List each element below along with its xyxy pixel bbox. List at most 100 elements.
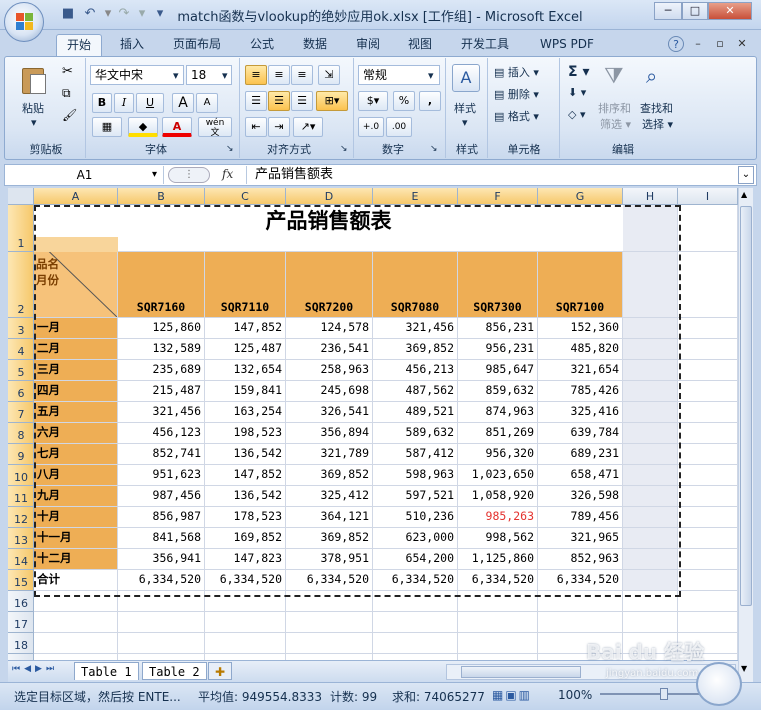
cell[interactable] xyxy=(34,633,118,654)
month-cell[interactable]: 十一月 xyxy=(34,528,118,549)
percent-button[interactable]: % xyxy=(393,91,415,111)
value-cell[interactable]: 163,254 xyxy=(205,402,286,423)
cell[interactable] xyxy=(205,591,286,612)
row-header-14[interactable]: 14 xyxy=(8,549,34,570)
italic-button[interactable]: I xyxy=(114,93,134,113)
value-cell[interactable]: 321,789 xyxy=(286,444,373,465)
cell[interactable] xyxy=(205,612,286,633)
column-header-f[interactable]: F xyxy=(458,188,538,205)
cell[interactable] xyxy=(678,444,738,465)
month-cell[interactable]: 五月 xyxy=(34,402,118,423)
value-cell[interactable]: 456,213 xyxy=(373,360,458,381)
total-value-cell[interactable]: 6,334,520 xyxy=(118,570,205,591)
cell[interactable] xyxy=(678,591,738,612)
decrease-indent-button[interactable]: ⇤ xyxy=(245,117,267,137)
cell[interactable] xyxy=(623,528,678,549)
undo-dropdown-icon[interactable]: ▾ xyxy=(100,6,116,22)
increase-indent-button[interactable]: ⇥ xyxy=(268,117,290,137)
number-format-dropdown-icon[interactable]: ▾ xyxy=(428,69,434,82)
scroll-down-icon[interactable]: ▼ xyxy=(741,664,747,673)
value-cell[interactable]: 369,852 xyxy=(286,528,373,549)
format-cells-button[interactable]: ▤ 格式 ▾ xyxy=(494,108,539,124)
value-cell[interactable]: 456,123 xyxy=(118,423,205,444)
cell[interactable] xyxy=(34,591,118,612)
value-cell[interactable]: 147,852 xyxy=(205,465,286,486)
value-cell[interactable]: 856,231 xyxy=(458,318,538,339)
value-cell[interactable]: 326,598 xyxy=(538,486,623,507)
value-cell[interactable]: 321,654 xyxy=(538,360,623,381)
cell[interactable] xyxy=(623,423,678,444)
value-cell[interactable]: 956,320 xyxy=(458,444,538,465)
undo-icon[interactable]: ↶ xyxy=(82,6,98,22)
value-cell[interactable]: 859,632 xyxy=(458,381,538,402)
value-cell[interactable]: 487,562 xyxy=(373,381,458,402)
value-cell[interactable]: 325,416 xyxy=(538,402,623,423)
row-header-7[interactable]: 7 xyxy=(8,402,34,423)
row-header-13[interactable]: 13 xyxy=(8,528,34,549)
value-cell[interactable]: 998,562 xyxy=(458,528,538,549)
row-header-18[interactable]: 18 xyxy=(8,633,34,654)
value-cell[interactable]: 169,852 xyxy=(205,528,286,549)
value-cell[interactable]: 987,456 xyxy=(118,486,205,507)
value-cell[interactable]: 136,542 xyxy=(205,444,286,465)
cell[interactable] xyxy=(623,486,678,507)
scroll-up-icon[interactable]: ▲ xyxy=(741,190,747,199)
row-header-17[interactable]: 17 xyxy=(8,612,34,633)
value-cell[interactable]: 369,852 xyxy=(286,465,373,486)
styles-dropdown-icon[interactable]: ▾ xyxy=(462,116,468,129)
zoom-slider-thumb[interactable] xyxy=(660,688,668,700)
value-cell[interactable]: 689,231 xyxy=(538,444,623,465)
cell[interactable] xyxy=(458,633,538,654)
cell[interactable] xyxy=(678,205,738,252)
tab-home[interactable]: 开始 xyxy=(56,34,103,56)
vertical-scrollbar[interactable]: ▲ ▼ xyxy=(738,188,753,682)
value-cell[interactable]: 325,412 xyxy=(286,486,373,507)
sort-filter-icon[interactable]: ⧩ xyxy=(604,64,624,89)
decrease-decimal-button[interactable]: .00 xyxy=(386,117,412,137)
value-cell[interactable]: 321,456 xyxy=(373,318,458,339)
save-icon[interactable]: ■ xyxy=(60,6,76,22)
find-select-icon[interactable]: ⌕ xyxy=(646,64,657,88)
value-cell[interactable]: 598,963 xyxy=(373,465,458,486)
value-cell[interactable]: 378,951 xyxy=(286,549,373,570)
row-header-3[interactable]: 3 xyxy=(8,318,34,339)
value-cell[interactable]: 124,578 xyxy=(286,318,373,339)
cell[interactable] xyxy=(458,591,538,612)
tab-view[interactable]: 视图 xyxy=(398,34,442,56)
cell[interactable] xyxy=(118,591,205,612)
maximize-button[interactable]: □ xyxy=(682,2,708,20)
fill-color-button[interactable]: ◆ xyxy=(128,117,158,137)
paste-dropdown-icon[interactable]: ▾ xyxy=(31,116,37,129)
total-label-cell[interactable]: 合计 xyxy=(34,570,118,591)
cell[interactable] xyxy=(623,252,678,318)
value-cell[interactable]: 851,269 xyxy=(458,423,538,444)
cell[interactable] xyxy=(286,591,373,612)
cell[interactable] xyxy=(678,381,738,402)
value-cell[interactable]: 215,487 xyxy=(118,381,205,402)
cell[interactable] xyxy=(678,612,738,633)
cell[interactable] xyxy=(623,465,678,486)
value-cell[interactable]: 1,023,650 xyxy=(458,465,538,486)
copy-icon[interactable]: ⧉ xyxy=(62,86,71,101)
cell[interactable] xyxy=(678,339,738,360)
sheet-tab-table-1[interactable]: Table 1 xyxy=(74,662,139,680)
value-cell[interactable]: 841,568 xyxy=(118,528,205,549)
value-cell[interactable]: 147,823 xyxy=(205,549,286,570)
sheet-tab-table-2[interactable]: Table 2 xyxy=(142,662,207,680)
select-all-button[interactable] xyxy=(8,188,34,205)
cell[interactable] xyxy=(118,633,205,654)
clear-button[interactable]: ◇ ▾ xyxy=(568,108,585,121)
column-header-i[interactable]: I xyxy=(678,188,738,205)
font-dialog-launcher-icon[interactable]: ↘ xyxy=(226,144,234,154)
cell[interactable] xyxy=(623,549,678,570)
value-cell[interactable]: 364,121 xyxy=(286,507,373,528)
value-cell[interactable]: 245,698 xyxy=(286,381,373,402)
value-cell[interactable]: 132,654 xyxy=(205,360,286,381)
value-cell[interactable]: 159,841 xyxy=(205,381,286,402)
cell[interactable] xyxy=(623,444,678,465)
total-value-cell[interactable]: 6,334,520 xyxy=(458,570,538,591)
cell[interactable] xyxy=(678,486,738,507)
value-cell[interactable]: 587,412 xyxy=(373,444,458,465)
formula-bar-toggle[interactable]: ⋮ xyxy=(168,167,210,183)
cell[interactable] xyxy=(678,252,738,318)
